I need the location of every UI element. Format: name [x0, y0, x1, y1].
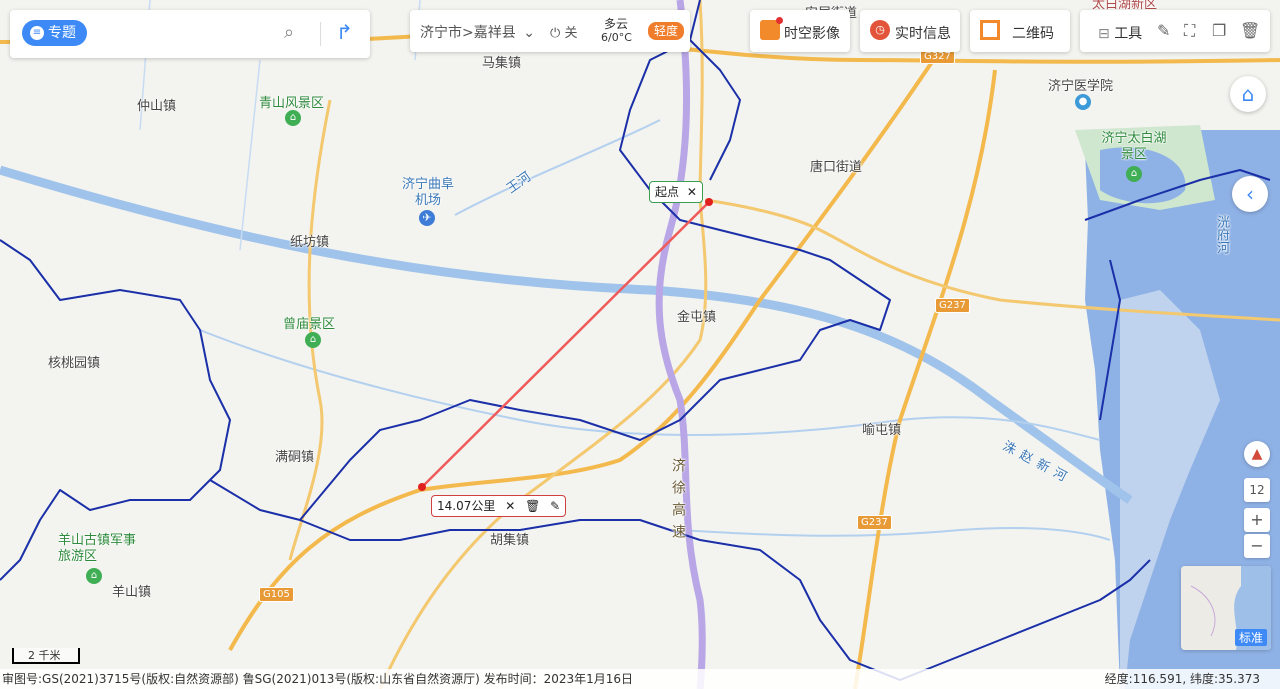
weather-condition: 多云 [604, 17, 629, 31]
label-town-yangshan: 羊山镇 [112, 585, 152, 600]
road-g237 [853, 69, 997, 689]
minimap-label: 标准 [1234, 629, 1267, 646]
scenic-icon: ⌂ [1126, 166, 1142, 182]
divider [320, 22, 321, 46]
notification-dot [776, 17, 783, 24]
compass-button[interactable]: ▲ [1244, 441, 1270, 467]
home-button[interactable]: ⌂ [1230, 76, 1266, 112]
location-panel: 济宁市>嘉祥县 ⌄ ⏻ 关 多云 6/0°C 轻度 [410, 10, 690, 52]
scenic-icon: ⌂ [305, 332, 321, 348]
river-canal [0, 165, 1133, 504]
close-icon[interactable]: ✕ [505, 499, 515, 513]
spacetime-imagery-button[interactable]: 时空影像 [750, 10, 850, 52]
county-label: 嘉祥县 [473, 25, 516, 41]
label-poi-medical-college: 济宁医学院 [1048, 79, 1114, 94]
scale-label: 2 千米 [28, 649, 61, 662]
aqi-badge: 轻度 [648, 22, 685, 40]
power-toggle[interactable]: ⏻ 关 [550, 22, 577, 41]
search-panel: ≡ 专题 ⌕ ↱ [10, 10, 370, 58]
shield-g237-upper: G237 [935, 298, 970, 313]
zoom-in-button[interactable]: + [1244, 508, 1270, 532]
zoom-out-button[interactable]: − [1244, 534, 1270, 558]
label-town-hetaoyuan: 核桃园镇 [48, 356, 101, 371]
footer-bar: 审图号:GS(2021)3715号(版权:自然资源部) 鲁SG(2021)013… [0, 669, 1280, 689]
close-icon[interactable]: ✕ [687, 185, 697, 199]
topic-label: 专题 [48, 25, 76, 41]
label-poi-airport: 济宁曲阜机场 [401, 177, 454, 208]
weather-temp: 6/0°C [601, 31, 632, 44]
trash-icon[interactable]: 🗑 [1240, 21, 1260, 40]
label-town-zhongshan: 仲山镇 [137, 99, 177, 114]
scenic-icon: ⌂ [285, 110, 301, 126]
copyright-text: 审图号:GS(2021)3715号(版权:自然资源部) 鲁SG(2021)013… [2, 672, 634, 686]
delete-icon[interactable]: 🗑 [525, 499, 540, 513]
shield-g237-lower: G237 [857, 515, 892, 530]
label-town-zhifang: 纸坊镇 [290, 235, 330, 250]
qrcode-label: 二维码 [1012, 26, 1054, 42]
power-icon: ⏻ [550, 26, 561, 41]
zoom-level: 12 [1244, 478, 1270, 502]
shield-g105: G105 [259, 587, 294, 602]
scenic-icon: ⌂ [86, 568, 102, 584]
label-town-tangkou: 唐口街道 [810, 160, 863, 175]
spacetime-label: 时空影像 [784, 26, 840, 42]
label-road-jixu: 济徐高速 [670, 458, 686, 546]
home-icon: ⌂ [1241, 82, 1255, 106]
toolbox-icon: ⊟ [1098, 26, 1110, 42]
coordinates-readout: 经度:116.591, 纬度:35.373 [1104, 672, 1260, 686]
draw-icon[interactable]: ✎ [1157, 21, 1170, 40]
minimap[interactable]: 标准 [1181, 566, 1271, 650]
label-town-maji: 马集镇 [482, 56, 522, 71]
qrcode-icon [980, 20, 1000, 40]
measure-start-tag: 起点 ✕ [649, 181, 703, 203]
fullscreen-icon[interactable]: ❐ [1212, 21, 1226, 40]
road-secondary-3 [378, 0, 708, 689]
route-arrow-icon[interactable]: ↱ [336, 20, 353, 44]
measure-distance-label: 14.07公里 [437, 499, 496, 513]
label-scenic-taibaihu: 济宁太白湖景区 [1101, 131, 1167, 162]
compass-icon: ▲ [1251, 446, 1263, 462]
river-small-2 [679, 527, 1111, 541]
realtime-label: 实时信息 [895, 26, 951, 42]
list-icon: ≡ [30, 26, 44, 40]
airport-icon: ✈ [419, 210, 435, 226]
topic-button[interactable]: ≡ 专题 [22, 20, 87, 46]
tools-panel: ⊟ 工具 ✎ ⛶ ❐ 🗑 [1080, 10, 1270, 52]
collapse-button[interactable]: ‹ [1232, 176, 1268, 212]
label-town-yutun: 喻屯镇 [862, 423, 902, 438]
chevron-left-icon: ‹ [1246, 182, 1254, 206]
label-town-jintun: 金屯镇 [677, 310, 717, 325]
school-icon: ● [1075, 94, 1091, 110]
qrcode-button[interactable]: 二维码 [970, 10, 1070, 52]
city-label: 济宁市 [420, 25, 462, 41]
power-label: 关 [564, 26, 578, 41]
river-wang [454, 119, 661, 216]
scale-bar: 2 千米 [12, 648, 80, 664]
label-scenic-zengmiao: 曾庙景区 [283, 317, 336, 332]
chevron-down-icon: ⌄ [523, 25, 535, 41]
clock-icon: ◷ [870, 20, 890, 40]
measure-distance-tag: 14.07公里 ✕ 🗑 ✎ [431, 495, 567, 517]
label-scenic-yangshan: 羊山古镇军事旅游区 [58, 533, 137, 564]
measure-end-point[interactable] [418, 483, 426, 491]
city-selector[interactable]: 济宁市>嘉祥县 ⌄ [420, 22, 535, 42]
realtime-info-button[interactable]: ◷ 实时信息 [860, 10, 960, 52]
label-town-huji: 胡集镇 [490, 533, 530, 548]
screenshot-icon[interactable]: ⛶ [1184, 21, 1195, 41]
label-town-mandong: 满硐镇 [275, 450, 315, 465]
location-separator: > [462, 25, 474, 41]
measure-start-label: 起点 [655, 185, 680, 199]
search-icon[interactable]: ⌕ [284, 22, 294, 43]
measure-start-point[interactable] [705, 198, 713, 206]
road-g105 [228, 48, 942, 651]
edit-icon[interactable]: ✎ [550, 499, 560, 513]
search-input[interactable] [116, 20, 280, 48]
tools-button[interactable]: ⊟ 工具 [1098, 23, 1142, 43]
tools-label: 工具 [1114, 26, 1143, 42]
label-scenic-qingshan: 青山风景区 [259, 96, 325, 111]
label-river-guangfu: 洸府河 [1214, 215, 1229, 254]
